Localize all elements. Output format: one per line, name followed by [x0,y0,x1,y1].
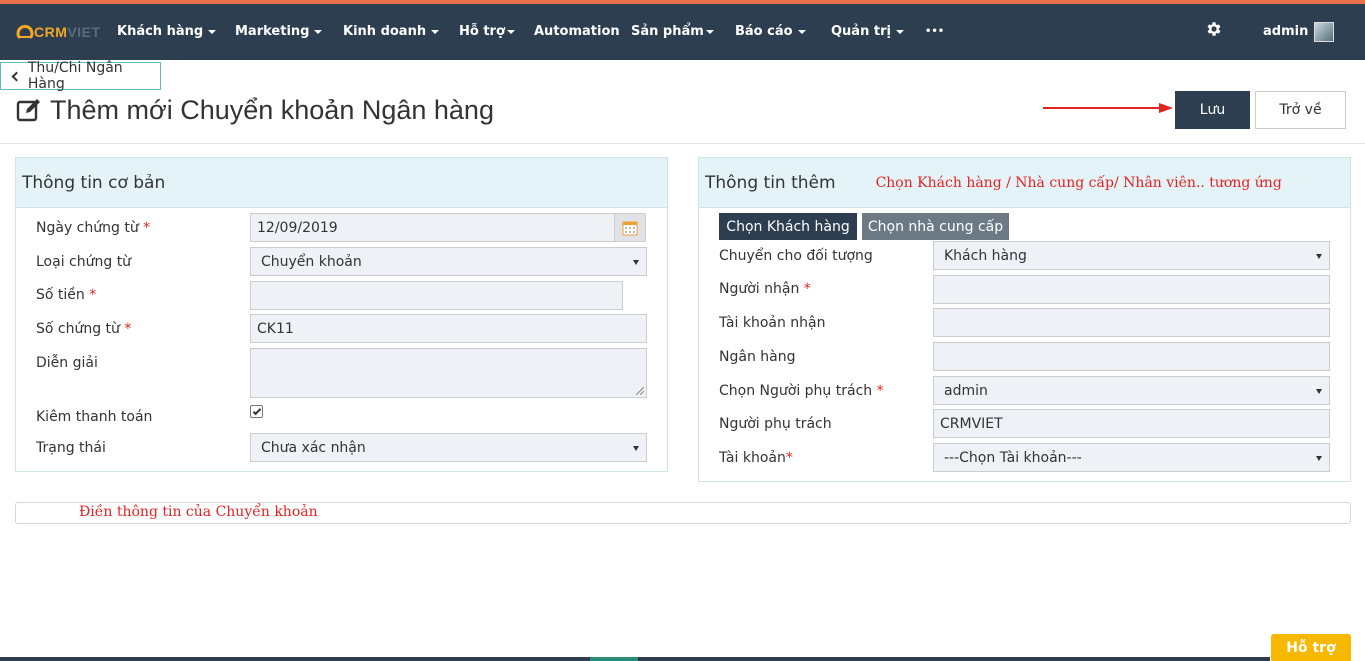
nav-label: Hỗ trợ [459,24,505,39]
caret-down-icon [1316,456,1322,461]
caret-down-icon [208,29,217,34]
status-label: Trạng thái [36,440,106,456]
caret-down-icon [633,446,639,451]
nav-label: Quản trị [831,24,891,39]
caret-down-icon [1316,254,1322,259]
more-icon: ••• [925,26,945,37]
page-title: Thêm mới Chuyển khoản Ngân hàng [16,92,494,128]
back-label: Thu/Chi Ngân Hàng [27,60,123,92]
account-label: Tài khoản* [719,450,793,466]
payment-label: Kiêm thanh toán [36,409,153,425]
account-select-value: ---Chọn Tài khoản--- [944,449,1082,466]
nav-label: Kinh doanh [343,24,427,39]
nav-ho-tro[interactable]: Hỗ trợ [459,4,515,60]
panel-hint: Chọn Khách hàng / Nhà cung cấp/ Nhân viê… [875,174,1282,191]
caret-down-icon [1316,389,1322,394]
note-text: Điền thông tin của Chuyển khoản [79,504,318,520]
docno-input[interactable]: CK11 [250,314,647,343]
header-divider [0,143,1365,144]
owner-label: Người phụ trách [719,416,832,432]
account-select[interactable]: ---Chọn Tài khoản--- [933,443,1330,472]
amount-input[interactable] [250,281,623,310]
date-label: Ngày chứng từ * [36,220,151,236]
receiver-input[interactable] [933,275,1330,304]
bank-label: Ngân hàng [719,349,796,365]
nav-label: Khách hàng [117,24,204,39]
amount-label: Số tiền * [36,287,97,303]
caret-down-icon [895,29,904,34]
type-select-value: Chuyển khoản [261,253,362,270]
avatar[interactable] [1314,22,1334,42]
back-to-list-button[interactable]: Thu/Chi Ngân Hàng [0,60,161,92]
gear-icon[interactable] [1205,20,1223,38]
edit-icon [16,99,40,122]
type-label: Loại chứng từ [36,254,132,270]
crmviet-logo[interactable]: CRMVIET [16,22,101,42]
panel-heading: Thông tin cơ bản [16,158,667,208]
bank-input[interactable] [933,342,1330,371]
return-button[interactable]: Trở về [1255,91,1346,129]
logo-text: CRMVIET [34,24,101,40]
choose-owner-select[interactable]: admin [933,376,1330,405]
page-title-text: Thêm mới Chuyển khoản Ngân hàng [50,94,494,125]
caret-down-icon [506,29,515,34]
caret-down-icon [633,260,639,265]
choose-owner-value: admin [944,382,988,399]
status-select-value: Chưa xác nhận [261,439,366,456]
choose-owner-label: Chọn Người phụ trách * [719,383,884,399]
caret-down-icon [705,29,714,34]
target-select-value: Khách hàng [944,247,1027,264]
nav-label: Automation [534,24,620,39]
desc-label: Diễn giải [36,355,98,371]
owner-input[interactable]: CRMVIET [933,409,1330,438]
tab-choose-customer[interactable]: Chọn Khách hàng [719,213,857,240]
help-button[interactable]: Hỗ trợ [1271,634,1351,661]
nav-label: Marketing [235,24,310,39]
receiver-label: Người nhận * [719,281,811,297]
nav-kinh-doanh[interactable]: Kinh doanh [343,4,440,60]
nav-label: Báo cáo [735,24,793,39]
account-recv-label: Tài khoản nhận [719,315,826,331]
user-menu[interactable]: admin [1263,4,1308,60]
caret-down-icon [314,29,323,34]
chevron-left-icon [11,71,22,81]
status-select[interactable]: Chưa xác nhận [250,433,647,462]
account-recv-input[interactable] [933,308,1330,337]
nav-bao-cao[interactable]: Báo cáo [735,4,806,60]
target-select[interactable]: Khách hàng [933,241,1330,270]
panel-heading: Thông tin thêm Chọn Khách hàng / Nhà cun… [699,158,1350,208]
bottom-strip-accent [590,657,638,661]
nav-san-pham[interactable]: Sản phẩm [631,4,714,60]
date-field[interactable]: 12/09/2019 [250,213,615,242]
calendar-button[interactable] [614,213,646,242]
desc-textarea[interactable] [250,348,647,398]
nav-marketing[interactable]: Marketing [235,4,323,60]
payment-checkbox[interactable] [250,405,263,418]
check-icon [252,406,261,415]
note-bar: Điền thông tin của Chuyển khoản [15,502,1351,524]
nav-label: Sản phẩm [631,24,704,39]
panel-title: Thông tin thêm [705,172,836,193]
nav-automation[interactable]: Automation [534,4,620,60]
save-button[interactable]: Lưu [1175,91,1250,129]
logo-icon [16,24,34,39]
caret-down-icon [797,29,806,34]
target-label: Chuyển cho đối tượng [719,248,873,264]
annotation-arrow [1043,103,1173,113]
nav-more[interactable]: ••• [925,4,944,60]
type-select[interactable]: Chuyển khoản [250,247,647,276]
caret-down-icon [431,29,440,34]
docno-label: Số chứng từ * [36,321,132,337]
nav-quan-tri[interactable]: Quản trị [831,4,904,60]
panel-title: Thông tin cơ bản [22,172,166,193]
nav-khach-hang[interactable]: Khách hàng [117,4,217,60]
resize-handle-icon[interactable] [636,387,644,395]
tab-choose-supplier[interactable]: Chọn nhà cung cấp [862,213,1009,240]
calendar-icon [622,221,638,235]
